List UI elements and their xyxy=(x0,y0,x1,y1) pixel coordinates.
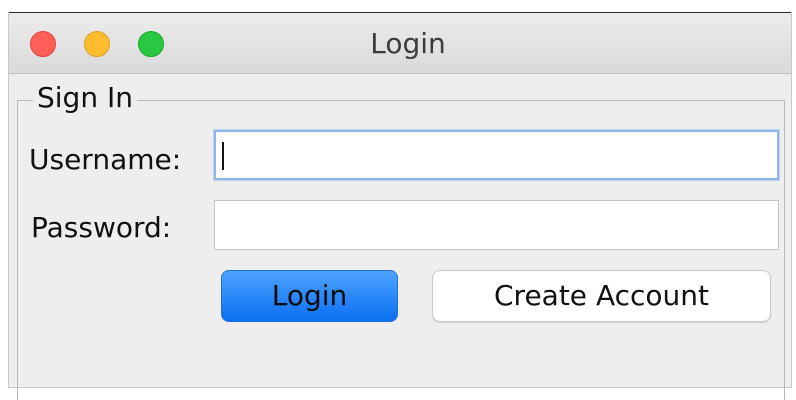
username-field[interactable] xyxy=(214,130,779,180)
password-field[interactable] xyxy=(214,200,779,250)
text-caret xyxy=(222,142,224,170)
login-button[interactable]: Login xyxy=(221,270,398,322)
create-account-button[interactable]: Create Account xyxy=(432,270,771,322)
password-label: Password: xyxy=(31,211,172,244)
username-label: Username: xyxy=(29,143,182,176)
window-title: Login xyxy=(370,27,446,60)
login-window: Login Sign In Username: Password: Login … xyxy=(8,12,792,400)
title-bar[interactable]: Login xyxy=(9,12,791,74)
sign-in-group-legend: Sign In xyxy=(33,80,137,116)
